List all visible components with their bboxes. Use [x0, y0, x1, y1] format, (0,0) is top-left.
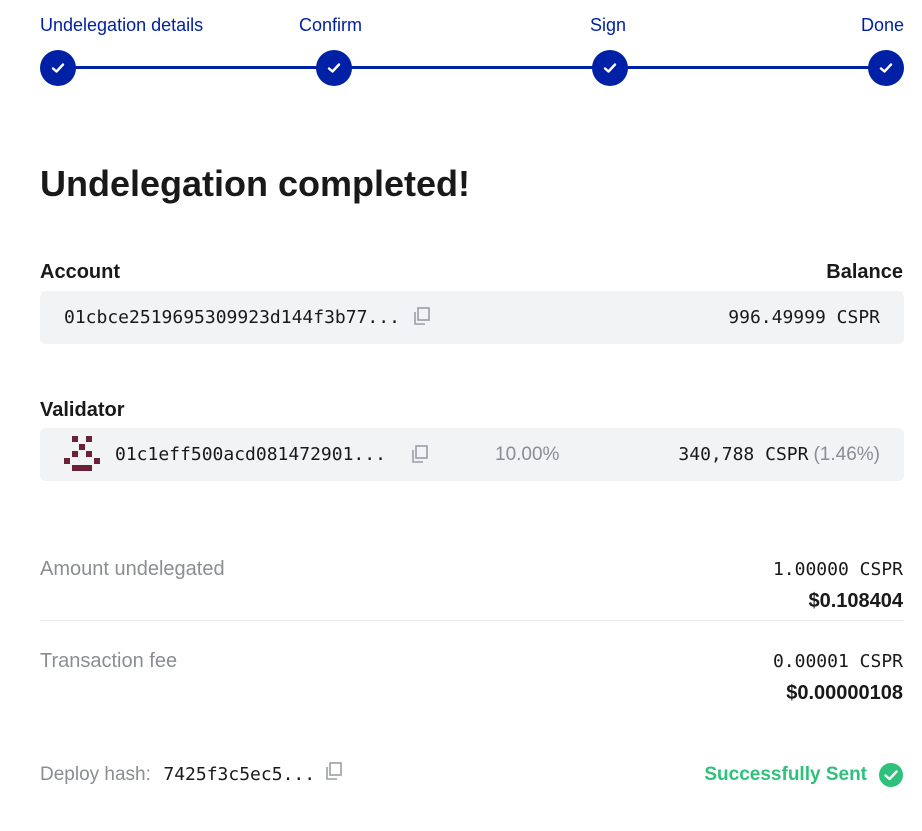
copy-validator-icon[interactable] [410, 444, 430, 464]
deploy-hash-row: Deploy hash: 7425f3c5ec5... [40, 764, 315, 788]
stepper-line [58, 66, 886, 69]
step-sign-done-check-icon [592, 50, 628, 86]
amount-crypto: 1.00000 CSPR [772, 559, 903, 580]
copy-account-icon[interactable] [412, 306, 432, 326]
page-title: Undelegation completed! [40, 163, 471, 204]
amount-fiat: $0.108404 [808, 590, 903, 612]
fee-label: Transaction fee [40, 650, 178, 672]
check-circle-icon [879, 763, 903, 787]
step-label-details: Undelegation details [40, 15, 204, 35]
step-label-confirm: Confirm [299, 15, 363, 35]
validator-fee: 10.00% [495, 444, 560, 465]
validator-stake-group: 340,788 CSPR (1.46%) [678, 444, 880, 466]
divider [40, 620, 904, 621]
validator-share: (1.46%) [813, 444, 880, 465]
step-details-done-check-icon [40, 50, 76, 86]
identicon-avatar [64, 436, 100, 472]
account-label: Account [40, 261, 120, 283]
amount-label: Amount undelegated [40, 558, 225, 580]
fee-crypto: 0.00001 CSPR [772, 651, 903, 672]
fee-fiat: $0.00000108 [786, 682, 903, 704]
account-balance: 996.49999 CSPR [728, 307, 880, 328]
step-label-sign: Sign [590, 15, 627, 35]
progress-stepper: Undelegation details Confirm Sign Done [40, 0, 904, 100]
account-panel: 01cbce2519695309923d144f3b77... 996.4999… [40, 291, 904, 344]
deploy-status-text: Successfully Sent [704, 764, 867, 785]
deploy-hash-label: Deploy hash: [40, 764, 151, 785]
step-done-check-icon [868, 50, 904, 86]
validator-panel[interactable]: 01c1eff500acd081472901... 10.00% 340,788… [40, 428, 904, 481]
validator-label: Validator [40, 399, 125, 421]
balance-label: Balance [826, 261, 903, 283]
step-confirm-done-check-icon [316, 50, 352, 86]
step-label-done: Done [860, 15, 904, 35]
validator-stake: 340,788 CSPR [678, 444, 809, 465]
deploy-status: Successfully Sent [704, 762, 903, 788]
validator-address: 01c1eff500acd081472901... [115, 444, 386, 465]
account-address: 01cbce2519695309923d144f3b77... [64, 307, 400, 328]
deploy-hash-value[interactable]: 7425f3c5ec5... [163, 764, 315, 785]
copy-deploy-hash-icon[interactable] [324, 761, 344, 781]
